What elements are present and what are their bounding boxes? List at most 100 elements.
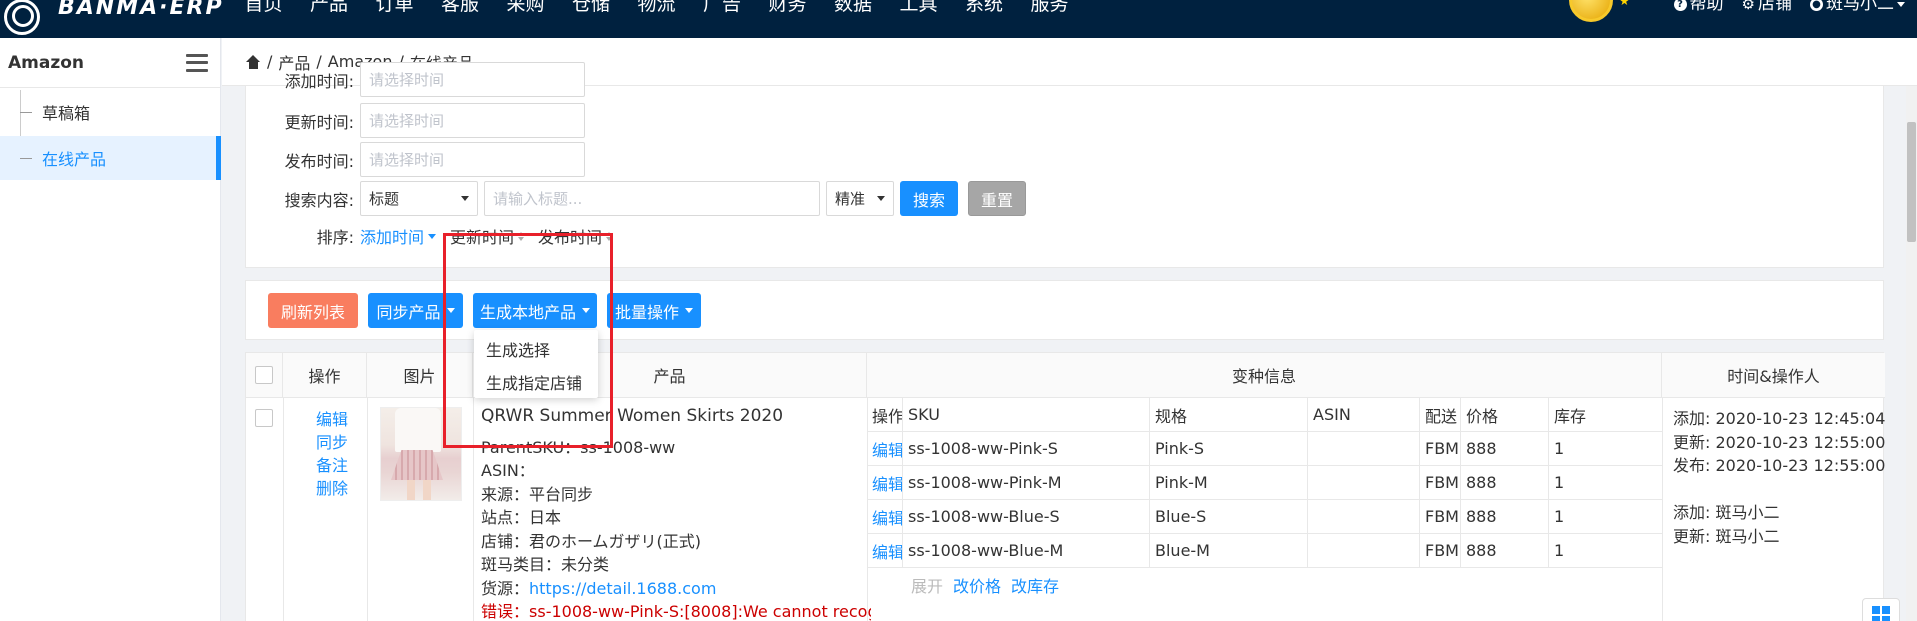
variant-asin (1308, 432, 1420, 465)
search-row: 搜索内容: 标题 请输入标题... 精准 搜索 重置 (246, 181, 1026, 216)
nav-item-home[interactable]: 首页 (238, 0, 289, 16)
sort-publish-time-label: 发布时间 (538, 228, 603, 247)
nav-item-warehouse[interactable]: 仓储 (566, 0, 617, 16)
nav-item-orders[interactable]: 订单 (369, 0, 420, 16)
nav-item-tools[interactable]: 工具 (893, 0, 944, 16)
store-label: 店铺 (1758, 0, 1792, 14)
coin-reward-icon[interactable]: ★ ★ ★ (1547, 0, 1637, 26)
search-button[interactable]: 搜索 (900, 181, 958, 216)
variant-edit-link[interactable]: 编辑 (867, 534, 903, 567)
variant-edit-link[interactable]: 编辑 (867, 466, 903, 499)
product-info: QRWR Summer Women Skirts 2020 ParentSKU：… (481, 405, 871, 621)
nav-item-data[interactable]: 数据 (828, 0, 879, 16)
search-label: 搜索内容: (284, 190, 354, 210)
nav-item-finance[interactable]: 财务 (762, 0, 813, 16)
variant-asin (1308, 500, 1420, 533)
variant-stock: 1 (1554, 541, 1565, 560)
generate-local-products-button[interactable]: 生成本地产品 (473, 293, 597, 328)
product-image[interactable] (380, 407, 462, 501)
generate-to-store-item[interactable]: 生成指定店铺 (474, 365, 598, 398)
sort-publish-time[interactable]: 发布时间 (538, 224, 613, 248)
variant-spec: Pink-M (1150, 466, 1308, 499)
product-error: 错误：ss-1008-ww-Pink-S:[8008]:We cannot re… (481, 600, 871, 621)
top-right-menu: ? 帮助 ⚙ 店铺 ● 斑马小二 (1673, 0, 1905, 16)
edit-link[interactable]: 编辑 (316, 408, 348, 431)
match-mode-value: 精准 (835, 190, 866, 208)
user-icon: ● (1810, 0, 1823, 11)
change-stock-link[interactable]: 改库存 (1011, 573, 1059, 597)
chevron-down-icon (582, 308, 590, 313)
delete-link[interactable]: 删除 (316, 477, 348, 500)
store-link[interactable]: ⚙ 店铺 (1742, 0, 1792, 16)
variant-footer: 展开 改价格 改库存 (867, 568, 1662, 602)
nav-item-system[interactable]: 系统 (959, 0, 1010, 16)
search-field-value: 标题 (369, 190, 400, 208)
match-mode-select[interactable]: 精准 (826, 181, 894, 216)
variant-sku: ss-1008-ww-Blue-M (903, 534, 1150, 567)
publish-time-row: 发布时间: 请选择时间 (246, 142, 585, 177)
variant-stock: 1 (1554, 439, 1565, 458)
nav-item-ads[interactable]: 广告 (697, 0, 748, 16)
select-all-checkbox[interactable] (255, 366, 273, 384)
nav-item-logistics[interactable]: 物流 (631, 0, 682, 16)
time-header: 时间&操作人 (1662, 353, 1885, 398)
variant-edit-link[interactable]: 编辑 (867, 500, 903, 533)
variant-edit-link[interactable]: 编辑 (867, 432, 903, 465)
nav-item-purchasing[interactable]: 采购 (500, 0, 551, 16)
variants-header: 变种信息 (867, 353, 1662, 398)
user-menu[interactable]: ● 斑马小二 (1810, 0, 1905, 16)
variant-price: 888 (1461, 534, 1549, 567)
variant-col-price: 价格 (1461, 398, 1549, 431)
sync-products-button[interactable]: 同步产品 (368, 293, 463, 328)
select-all-header (246, 353, 283, 398)
sort-update-time[interactable]: 更新时间 (450, 224, 525, 248)
generate-selected-item[interactable]: 生成选择 (474, 332, 598, 365)
batch-operations-button[interactable]: 批量操作 (607, 293, 701, 328)
variant-asin (1308, 534, 1420, 567)
update-time-row: 更新时间: 请选择时间 (246, 103, 585, 138)
variant-stock: 1 (1554, 473, 1565, 492)
nav-item-customer-service[interactable]: 客服 (435, 0, 486, 16)
supply-label: 货源： (481, 578, 530, 598)
variant-col-asin: ASIN (1308, 398, 1420, 431)
nav-item-services[interactable]: 服务 (1024, 0, 1075, 16)
variant-ship: FBM (1420, 534, 1461, 567)
update-time-input[interactable]: 请选择时间 (360, 103, 585, 138)
note-link[interactable]: 备注 (316, 454, 348, 477)
logo[interactable]: BANMA·ERP (0, 0, 224, 35)
sidebar-item-online-products[interactable]: 在线产品 (0, 136, 221, 180)
variants-table: 操作 SKU 规格 ASIN 配送 价格 库存 编辑 ss-1008-ww-Pin… (867, 398, 1662, 602)
scrollbar[interactable] (1906, 86, 1917, 621)
sort-add-time[interactable]: 添加时间 (360, 224, 437, 248)
search-input[interactable]: 请输入标题... (484, 181, 820, 216)
variant-price: 888 (1461, 500, 1549, 533)
scroll-thumb[interactable] (1907, 122, 1916, 242)
help-link[interactable]: ? 帮助 (1673, 0, 1724, 16)
publish-time-input[interactable]: 请选择时间 (360, 142, 585, 177)
sidebar-item-drafts[interactable]: 草稿箱 (0, 90, 221, 134)
variant-spec: Blue-S (1150, 500, 1308, 533)
change-price-link[interactable]: 改价格 (953, 573, 1001, 597)
search-field-select[interactable]: 标题 (360, 181, 478, 216)
product-site: 站点：日本 (481, 508, 562, 527)
supply-link[interactable]: https://detail.1688.com (529, 579, 716, 598)
error-label: 错误： (481, 602, 530, 621)
menu-toggle-icon[interactable] (186, 53, 208, 72)
reset-button[interactable]: 重置 (968, 181, 1026, 216)
image-header: 图片 (367, 353, 473, 398)
sync-link[interactable]: 同步 (316, 431, 348, 454)
add-time-input[interactable]: 请选择时间 (360, 62, 585, 97)
grid-menu-icon[interactable] (1862, 598, 1900, 621)
generate-local-dropdown: 生成选择 生成指定店铺 (474, 330, 598, 398)
sort-update-time-label: 更新时间 (450, 228, 515, 247)
refresh-list-button[interactable]: 刷新列表 (268, 293, 358, 328)
chevron-down-icon (461, 196, 469, 201)
published-time: 发布: 2020-10-23 12:55:00 (1673, 456, 1886, 475)
row-checkbox[interactable] (255, 409, 273, 427)
product-source: 来源：平台同步 (481, 484, 594, 504)
add-time-label: 添加时间: (284, 71, 354, 91)
expand-link[interactable]: 展开 (911, 573, 943, 597)
variant-row: 编辑 ss-1008-ww-Blue-M Blue-M FBM 888 1 (867, 534, 1662, 568)
nav-item-products[interactable]: 产品 (304, 0, 355, 16)
variant-row: 编辑 ss-1008-ww-Pink-S Pink-S FBM 888 1 (867, 432, 1662, 466)
